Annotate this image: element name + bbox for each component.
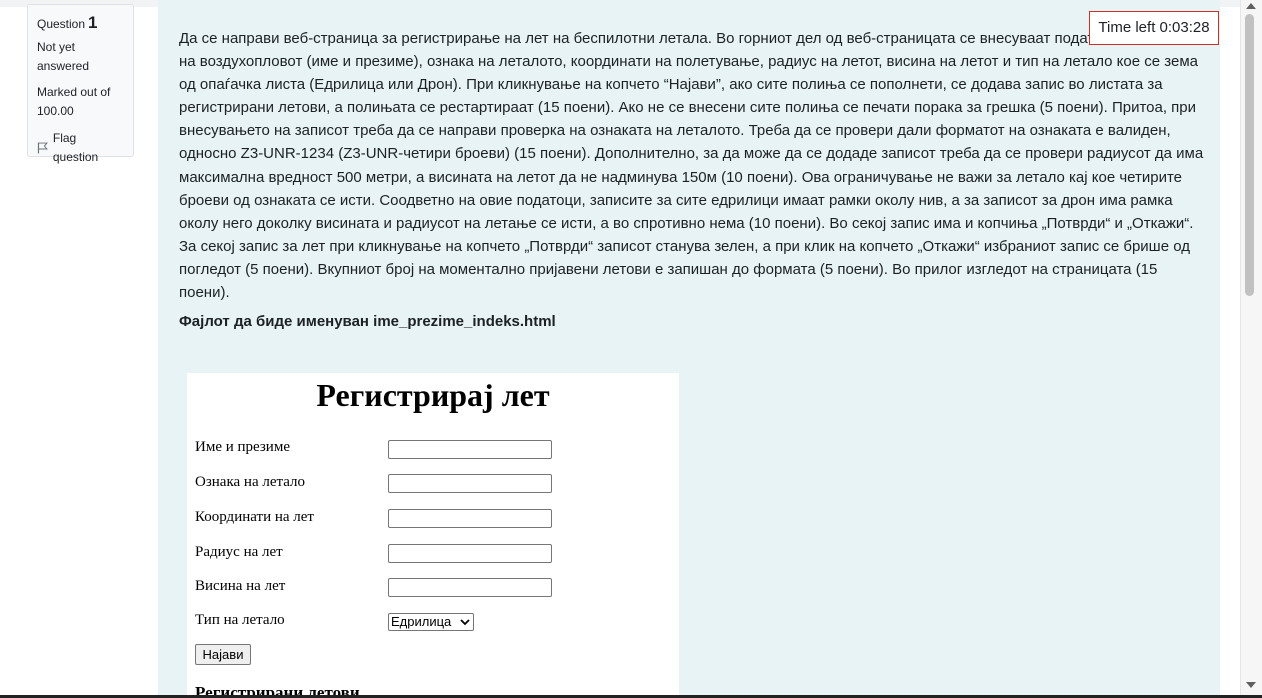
field-label-aircraft-id: Ознака на летало	[195, 474, 306, 490]
aircraft-id-input[interactable]	[388, 474, 552, 493]
chevron-down-icon	[460, 618, 470, 625]
submit-flight-button[interactable]: Најави	[195, 644, 251, 665]
flag-question-button[interactable]: Flag question	[37, 129, 124, 167]
scrollbar-thumb[interactable]	[1245, 14, 1254, 296]
field-label-altitude: Висина на лет	[195, 578, 286, 594]
name-input[interactable]	[388, 440, 552, 459]
aircraft-type-selected: Едрилица	[391, 614, 452, 629]
radius-input[interactable]	[388, 544, 552, 563]
scroll-down-arrow-icon[interactable]	[1246, 682, 1256, 688]
field-label-radius: Радиус на лет	[195, 544, 283, 560]
question-state: Not yet answered	[37, 40, 90, 73]
flag-icon	[37, 142, 48, 154]
field-label-coordinates: Координати на лет	[195, 509, 314, 525]
question-text: Да се направи веб-страница за регистрира…	[179, 30, 1204, 302]
question-label: Question	[37, 17, 86, 31]
field-label-name: Име и презиме	[195, 439, 290, 455]
form-preview-image: Регистрирај лет Име и презиме Ознака на …	[187, 373, 679, 698]
question-info-panel: Question 1 Not yet answered Marked out of…	[27, 4, 134, 164]
altitude-input[interactable]	[388, 578, 552, 597]
form-title: Регистрирај лет	[316, 377, 550, 413]
filename-instruction: Фајлот да биде именуван ime_prezime_inde…	[179, 313, 556, 330]
question-number-row: Question 1	[37, 13, 124, 34]
quiz-timer: Time left 0:03:28	[1089, 11, 1219, 45]
coordinates-input[interactable]	[388, 509, 552, 528]
scroll-up-arrow-icon[interactable]	[1246, 3, 1256, 9]
aircraft-type-select[interactable]: Едрилица	[388, 613, 474, 631]
question-number: 1	[88, 13, 98, 32]
question-mark: Marked out of 100.00	[37, 85, 111, 118]
page-scrollbar[interactable]	[1240, 0, 1262, 698]
field-label-aircraft-type: Тип на летало	[195, 612, 285, 628]
flag-question-label: Flag question	[52, 131, 99, 164]
